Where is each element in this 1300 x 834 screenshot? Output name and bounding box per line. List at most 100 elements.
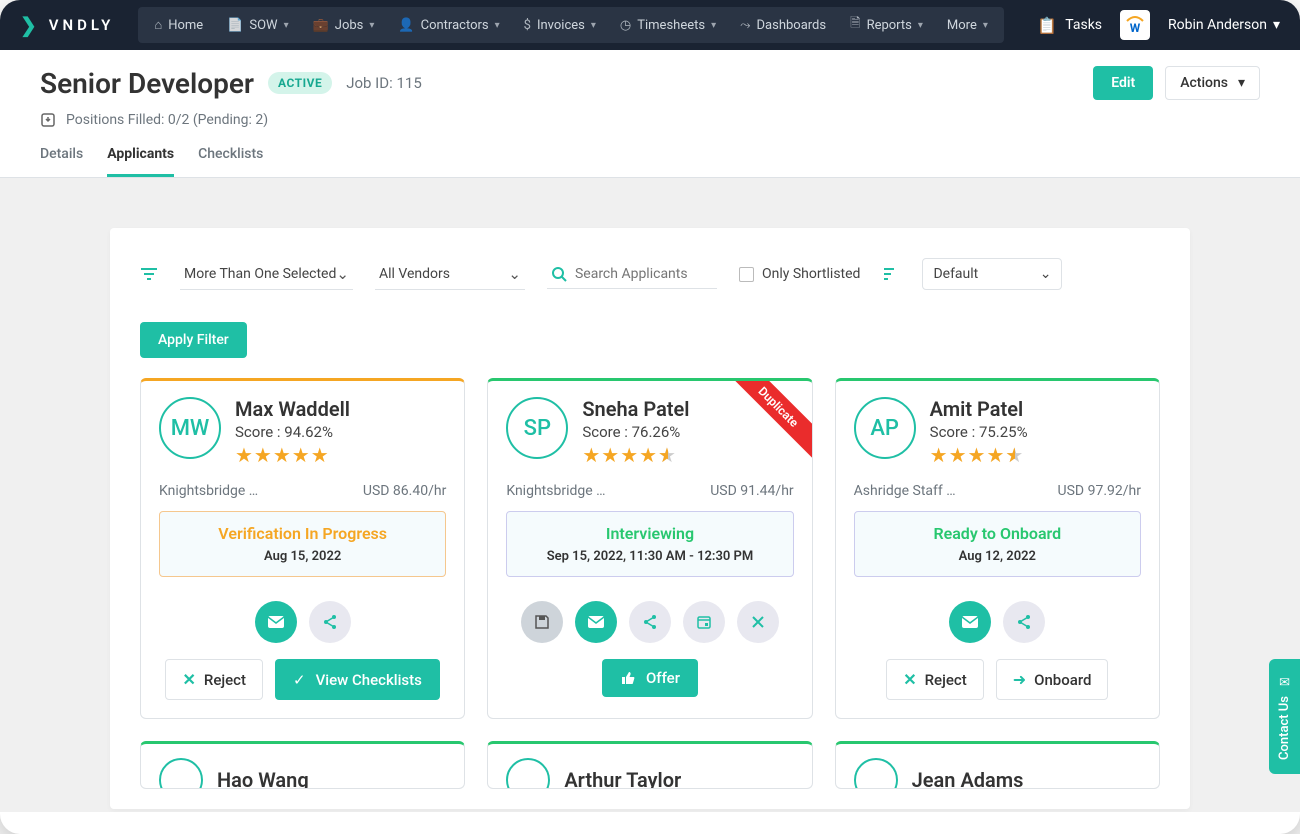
positions-icon [40, 112, 56, 128]
reject-button[interactable]: ✕Reject [886, 659, 984, 700]
page-title: Senior Developer [40, 67, 254, 100]
nav-home-label: Home [168, 18, 203, 33]
avatar [159, 758, 203, 789]
search-icon [551, 266, 567, 282]
check-icon: ✓ [293, 671, 306, 689]
nav-sow-label: SOW [249, 18, 277, 33]
email-button[interactable] [255, 601, 297, 643]
onboard-button[interactable]: ➜Onboard [996, 659, 1109, 700]
tasks-link[interactable]: 📋 Tasks [1037, 16, 1102, 35]
filter-icon[interactable] [140, 267, 158, 281]
apply-filter-button[interactable]: Apply Filter [140, 322, 247, 358]
avatar: MW [159, 397, 221, 459]
workday-icon[interactable]: W [1120, 10, 1150, 40]
nav-reports[interactable]: 🗎Reports▾ [838, 7, 935, 43]
nav-home[interactable]: ⌂Home [142, 7, 215, 43]
applicant-name[interactable]: Max Waddell [235, 397, 350, 421]
vendor-name: Knightsbridge … [159, 483, 258, 499]
nav-invoices[interactable]: $Invoices▾ [512, 7, 608, 43]
nav-invoices-label: Invoices [537, 18, 585, 33]
applicant-score: Score : 75.25% [930, 423, 1028, 441]
filter-vendor-dropdown[interactable]: All Vendors ⌄ [375, 259, 525, 290]
save-button[interactable] [521, 601, 563, 643]
applicant-card: MW Max Waddell Score : 94.62% ★★★★★ Knig… [140, 378, 465, 719]
positions-text: Positions Filled: 0/2 (Pending: 2) [66, 112, 268, 128]
applicant-name[interactable]: Jean Adams [912, 768, 1024, 789]
tab-applicants[interactable]: Applicants [107, 146, 174, 177]
reject-button[interactable]: ✕ Reject [165, 659, 263, 700]
share-button[interactable] [1003, 601, 1045, 643]
filter-status-dropdown[interactable]: More Than One Selected ⌄ [180, 259, 353, 290]
nav-dashboards[interactable]: ⤳ Dashboards [728, 7, 838, 43]
vendor-name: Knightsbridge … [506, 483, 605, 499]
chevron-down-icon: ⌄ [336, 265, 349, 283]
applicant-name[interactable]: Arthur Taylor [564, 768, 681, 789]
share-button[interactable] [309, 601, 351, 643]
rate: USD 91.44/hr [710, 483, 793, 499]
filter-vendor-label: All Vendors [379, 266, 450, 282]
actions-button[interactable]: Actions ▾ [1165, 66, 1260, 100]
checkbox-icon[interactable] [739, 267, 754, 282]
nav-sow[interactable]: 📄 SOW ▾ [215, 7, 300, 43]
nav-group: ⌂Home 📄 SOW ▾ 💼Jobs▾ 👤Contractors▾ $Invoic… [138, 7, 1004, 43]
applicant-card: AP Amit Patel Score : 75.25% ★★★★★ Ashri… [835, 378, 1160, 719]
share-button[interactable] [629, 601, 671, 643]
applicant-card: Arthur Taylor [487, 741, 812, 789]
star-rating: ★★★★★ [582, 443, 689, 467]
view-checklists-button[interactable]: ✓ View Checklists [275, 659, 440, 700]
applicant-name[interactable]: Amit Patel [930, 397, 1028, 421]
main-panel: More Than One Selected ⌄ All Vendors ⌄ O… [110, 228, 1190, 809]
chevron-down-icon: ▾ [284, 20, 289, 31]
tab-checklists[interactable]: Checklists [198, 146, 263, 177]
edit-button[interactable]: Edit [1093, 66, 1153, 100]
sort-label: Default [933, 266, 978, 282]
reject-label: Reject [925, 671, 967, 689]
applicant-name[interactable]: Hao Wang [217, 768, 309, 789]
calendar-button[interactable] [683, 601, 725, 643]
applicant-card: Duplicate SP Sneha Patel Score : 76.26% … [487, 378, 812, 719]
primary-label: View Checklists [316, 671, 422, 689]
logo-mark-icon: ❯ [20, 13, 41, 37]
email-button[interactable] [575, 601, 617, 643]
filter-row: More Than One Selected ⌄ All Vendors ⌄ O… [140, 258, 1160, 290]
clock-icon: ◷ [620, 18, 631, 33]
svg-text:W: W [1130, 21, 1141, 35]
status-date: Aug 15, 2022 [168, 549, 437, 564]
sort-dropdown[interactable]: Default ⌄ [922, 258, 1062, 290]
avatar [854, 758, 898, 789]
search-input[interactable] [575, 266, 713, 282]
chart-icon: ⤳ [740, 18, 750, 33]
primary-label: Offer [646, 669, 680, 687]
shortlisted-label: Only Shortlisted [762, 266, 860, 282]
rate: USD 97.92/hr [1058, 483, 1141, 499]
contact-us-tab[interactable]: Contact Us ✉ [1269, 659, 1300, 774]
nav-reports-label: Reports [867, 18, 912, 33]
nav-timesheets-label: Timesheets [637, 18, 705, 33]
chevron-down-icon: ▾ [1238, 75, 1245, 91]
status-badge: ACTIVE [268, 72, 332, 94]
nav-jobs[interactable]: 💼Jobs▾ [301, 7, 387, 43]
cancel-button[interactable] [737, 601, 779, 643]
close-icon: ✕ [182, 670, 195, 689]
applicant-name[interactable]: Sneha Patel [582, 397, 689, 421]
email-button[interactable] [949, 601, 991, 643]
job-id: Job ID: 115 [346, 74, 422, 92]
report-icon: 🗎 [850, 14, 860, 36]
user-menu[interactable]: Robin Anderson ▾ [1168, 17, 1280, 33]
doc-icon: 📄 [227, 18, 243, 33]
filter-status-label: More Than One Selected [184, 266, 336, 282]
tabs: Details Applicants Checklists [0, 128, 1300, 178]
tab-details[interactable]: Details [40, 146, 83, 177]
reject-label: Reject [204, 671, 246, 689]
status-label: Ready to Onboard [863, 524, 1132, 543]
mail-icon: ✉ [1277, 673, 1292, 688]
nav-contractors[interactable]: 👤Contractors▾ [386, 7, 511, 43]
shortlisted-filter[interactable]: Only Shortlisted [739, 266, 860, 282]
nav-dashboards-label: Dashboards [757, 18, 827, 33]
sort-icon[interactable] [882, 267, 900, 281]
cards-row: MW Max Waddell Score : 94.62% ★★★★★ Knig… [140, 378, 1160, 719]
offer-button[interactable]: Offer [602, 659, 698, 697]
applicant-score: Score : 94.62% [235, 423, 350, 441]
nav-more[interactable]: More▾ [935, 7, 1000, 43]
nav-timesheets[interactable]: ◷Timesheets▾ [608, 7, 728, 43]
